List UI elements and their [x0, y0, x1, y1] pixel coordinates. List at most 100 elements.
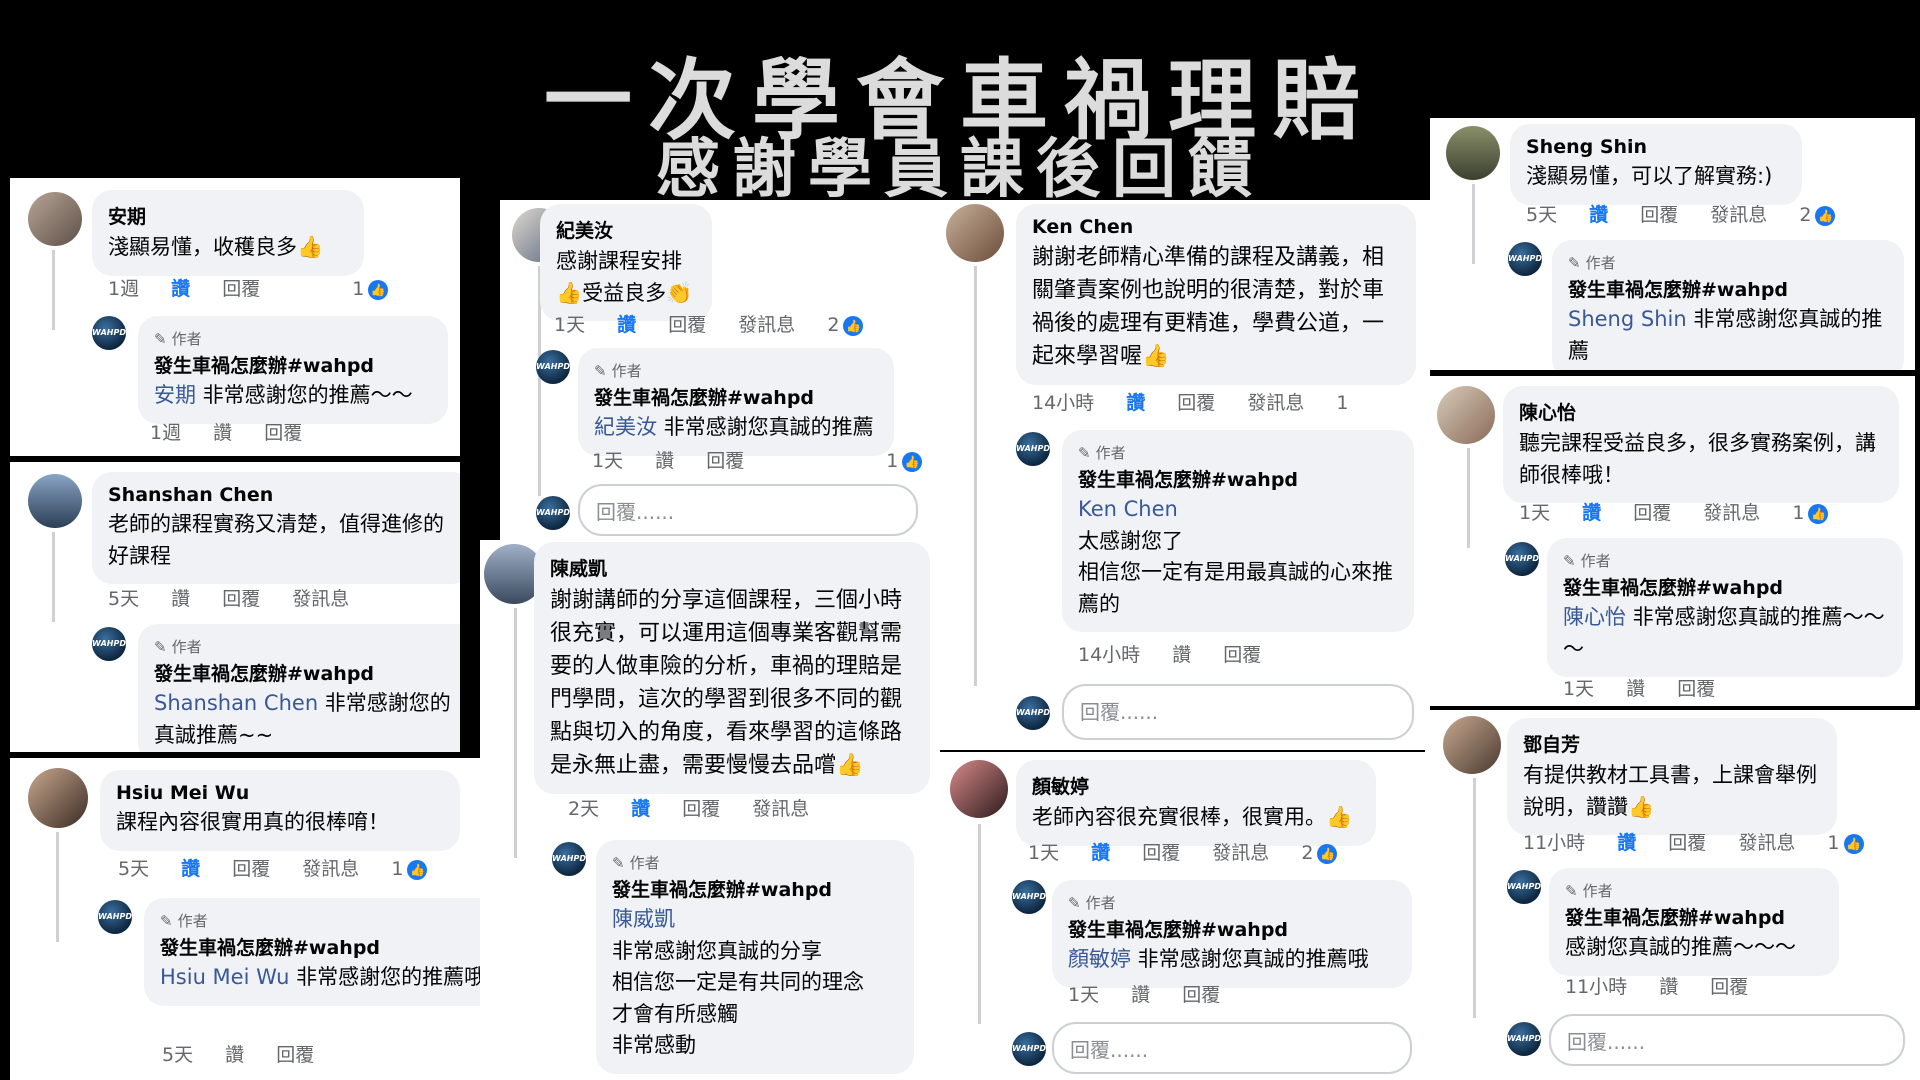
message-button[interactable]: 發訊息: [1703, 502, 1760, 524]
like-button[interactable]: 讚: [1172, 644, 1191, 666]
reply-button[interactable]: 回覆: [1633, 502, 1671, 524]
page-avatar[interactable]: WAHPD: [98, 900, 132, 934]
reply-button[interactable]: 回覆: [682, 798, 720, 820]
mention-link[interactable]: Shanshan Chen: [154, 691, 318, 715]
page-avatar[interactable]: WAHPD: [536, 350, 570, 384]
page-name[interactable]: 發生車禍怎麼辦#wahpd: [1078, 465, 1398, 492]
commenter-name[interactable]: Hsiu Mei Wu: [116, 782, 444, 804]
page-avatar[interactable]: WAHPD: [1507, 870, 1541, 904]
mention-link[interactable]: Ken Chen: [1078, 494, 1398, 526]
reply-time[interactable]: 5天: [162, 1044, 193, 1066]
mention-link[interactable]: 顏敏婷: [1068, 947, 1131, 971]
like-button[interactable]: 讚: [1617, 832, 1636, 854]
page-name[interactable]: 發生車禍怎麼辦#wahpd: [160, 933, 508, 960]
page-avatar[interactable]: WAHPD: [1012, 1032, 1046, 1066]
reply-time[interactable]: 14小時: [1078, 644, 1140, 666]
reply-time[interactable]: 1天: [592, 450, 623, 472]
like-button[interactable]: 讚: [1131, 984, 1150, 1006]
reply-button[interactable]: 回覆: [1177, 392, 1215, 414]
reply-button[interactable]: 回覆: [1142, 842, 1180, 864]
like-button[interactable]: 讚: [655, 450, 674, 472]
avatar[interactable]: [1437, 386, 1495, 444]
reply-button[interactable]: 回覆: [668, 314, 706, 336]
mention-link[interactable]: 紀美汝: [594, 415, 657, 439]
page-name[interactable]: 發生車禍怎麼辦#wahpd: [612, 875, 898, 902]
avatar[interactable]: [946, 204, 1004, 262]
like-button[interactable]: 讚: [1626, 678, 1645, 700]
message-button[interactable]: 發訊息: [1212, 842, 1269, 864]
commenter-name[interactable]: Shanshan Chen: [108, 484, 456, 506]
message-button[interactable]: 發訊息: [1738, 832, 1795, 854]
mention-link[interactable]: 陳心怡: [1563, 605, 1626, 629]
like-button[interactable]: 讚: [171, 588, 190, 610]
page-avatar[interactable]: WAHPD: [552, 842, 586, 876]
reply-input[interactable]: 回覆......: [578, 484, 918, 536]
comment-time[interactable]: 1天: [1519, 502, 1550, 524]
commenter-name[interactable]: Sheng Shin: [1526, 136, 1786, 158]
avatar[interactable]: [1443, 716, 1501, 774]
reply-button[interactable]: 回覆: [1668, 832, 1706, 854]
reply-button[interactable]: 回覆: [264, 422, 302, 444]
reply-input[interactable]: 回覆......: [1052, 1022, 1412, 1074]
page-name[interactable]: 發生車禍怎麼辦#wahpd: [1565, 903, 1823, 930]
comment-time[interactable]: 5天: [118, 858, 149, 880]
comment-time[interactable]: 2天: [568, 798, 599, 820]
reply-button[interactable]: 回覆: [1182, 984, 1220, 1006]
reply-button[interactable]: 回覆: [232, 858, 270, 880]
reply-button[interactable]: 回覆: [1223, 644, 1261, 666]
comment-time[interactable]: 5天: [1526, 204, 1557, 226]
page-avatar[interactable]: WAHPD: [1508, 242, 1542, 276]
mention-link[interactable]: 安期: [154, 383, 196, 407]
like-button[interactable]: 讚: [1091, 842, 1110, 864]
message-button[interactable]: 發訊息: [292, 588, 349, 610]
like-button[interactable]: 讚: [213, 422, 232, 444]
commenter-name[interactable]: 陳威凱: [550, 554, 914, 581]
message-button[interactable]: 發訊息: [302, 858, 359, 880]
reply-time[interactable]: 1天: [1068, 984, 1099, 1006]
avatar[interactable]: [1446, 126, 1500, 180]
avatar[interactable]: [28, 768, 88, 828]
comment-time[interactable]: 1天: [1028, 842, 1059, 864]
like-button[interactable]: 讚: [1126, 392, 1145, 414]
commenter-name[interactable]: Ken Chen: [1032, 216, 1400, 238]
reply-input[interactable]: 回覆......: [1549, 1014, 1905, 1066]
like-button[interactable]: 讚: [181, 858, 200, 880]
page-avatar[interactable]: WAHPD: [92, 316, 126, 350]
like-button[interactable]: 讚: [225, 1044, 244, 1066]
reply-button[interactable]: 回覆: [1677, 678, 1715, 700]
reply-button[interactable]: 回覆: [276, 1044, 314, 1066]
commenter-name[interactable]: 陳心怡: [1519, 398, 1883, 425]
message-button[interactable]: 發訊息: [752, 798, 809, 820]
reply-time[interactable]: 1天: [1563, 678, 1594, 700]
page-avatar[interactable]: WAHPD: [1016, 696, 1050, 730]
page-avatar[interactable]: WAHPD: [1507, 1022, 1541, 1056]
comment-time[interactable]: 1週: [108, 278, 139, 300]
reply-time[interactable]: 1週: [150, 422, 181, 444]
comment-time[interactable]: 11小時: [1523, 832, 1585, 854]
avatar[interactable]: [28, 474, 82, 528]
mention-link[interactable]: Sheng Shin: [1568, 307, 1687, 331]
reply-button[interactable]: 回覆: [1710, 976, 1748, 998]
page-name[interactable]: 發生車禍怎麼辦#wahpd: [1568, 275, 1888, 302]
commenter-name[interactable]: 安期: [108, 202, 348, 229]
like-button[interactable]: 讚: [631, 798, 650, 820]
like-button[interactable]: 讚: [617, 314, 636, 336]
message-button[interactable]: 發訊息: [1710, 204, 1767, 226]
message-button[interactable]: 發訊息: [1247, 392, 1304, 414]
mention-link[interactable]: Hsiu Mei Wu: [160, 965, 289, 989]
reply-button[interactable]: 回覆: [222, 588, 260, 610]
commenter-name[interactable]: 顏敏婷: [1032, 772, 1360, 799]
page-name[interactable]: 發生車禍怎麼辦#wahpd: [1563, 573, 1887, 600]
avatar[interactable]: [950, 760, 1008, 818]
reply-button[interactable]: 回覆: [706, 450, 744, 472]
like-button[interactable]: 讚: [1589, 204, 1608, 226]
page-name[interactable]: 發生車禍怎麼辦#wahpd: [1068, 915, 1396, 942]
commenter-name[interactable]: 鄧自芳: [1523, 730, 1821, 757]
mention-link[interactable]: 陳威凱: [612, 904, 898, 936]
page-name[interactable]: 發生車禍怎麼辦#wahpd: [594, 383, 878, 410]
message-button[interactable]: 發訊息: [738, 314, 795, 336]
page-avatar[interactable]: WAHPD: [1505, 542, 1539, 576]
like-button[interactable]: 讚: [1582, 502, 1601, 524]
page-name[interactable]: 發生車禍怎麼辦#wahpd: [154, 659, 460, 686]
reply-input[interactable]: 回覆......: [1062, 684, 1414, 740]
